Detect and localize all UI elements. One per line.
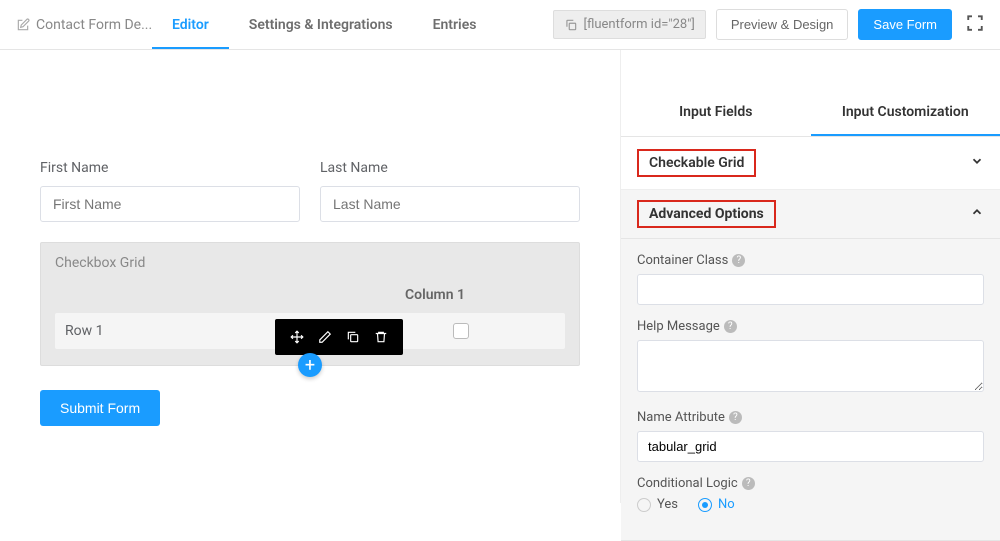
shortcode-text: [fluentform id="28"]: [584, 17, 695, 32]
first-name-label: First Name: [40, 160, 300, 176]
grid-title: Checkbox Grid: [55, 255, 565, 271]
main-area: First Name Last Name Checkbox Grid Colum…: [0, 50, 1000, 503]
cond-logic-no[interactable]: No: [698, 497, 735, 512]
last-name-field: Last Name: [320, 160, 580, 222]
tab-settings[interactable]: Settings & Integrations: [229, 1, 413, 49]
trash-icon: [374, 330, 388, 344]
topbar-left: Contact Form De... Editor Settings & Int…: [12, 1, 496, 49]
first-name-input[interactable]: [40, 186, 300, 222]
help-icon[interactable]: ?: [742, 477, 755, 490]
radio-icon: [698, 498, 712, 512]
copy-icon: [564, 18, 578, 32]
conditional-logic-radios: Yes No: [637, 497, 984, 512]
form-title[interactable]: Contact Form De...: [12, 17, 152, 33]
sidebar: Input Fields Input Customization Checkab…: [620, 50, 1000, 503]
conditional-logic-group: Conditional Logic ? Yes No: [637, 476, 984, 512]
conditional-logic-label: Conditional Logic ?: [637, 476, 984, 491]
submit-form-button[interactable]: Submit Form: [40, 390, 160, 426]
grid-row-1-label: Row 1: [65, 323, 103, 339]
grid-column-1-header: Column 1: [405, 287, 465, 303]
sidebar-tabs: Input Fields Input Customization: [621, 90, 1000, 137]
chevron-down-icon: [970, 154, 984, 172]
element-action-bar: [275, 319, 403, 355]
advanced-options-label: Advanced Options: [637, 200, 776, 228]
form-canvas: First Name Last Name Checkbox Grid Colum…: [0, 50, 620, 503]
pencil-icon: [318, 330, 332, 344]
add-element-button[interactable]: +: [298, 353, 322, 377]
delete-button[interactable]: [367, 325, 395, 349]
top-bar: Contact Form De... Editor Settings & Int…: [0, 0, 1000, 50]
tab-input-customization[interactable]: Input Customization: [811, 90, 1000, 136]
edit-icon: [16, 18, 30, 32]
name-row: First Name Last Name: [40, 160, 580, 222]
radio-icon: [637, 498, 651, 512]
cond-logic-yes[interactable]: Yes: [637, 497, 678, 512]
container-class-label: Container Class ?: [637, 253, 984, 268]
copy-icon: [346, 330, 360, 344]
first-name-field: First Name: [40, 160, 300, 222]
grid-header-row: Column 1: [55, 287, 565, 303]
container-class-input[interactable]: [637, 274, 984, 305]
help-icon[interactable]: ?: [732, 254, 745, 267]
help-icon[interactable]: ?: [724, 320, 737, 333]
tab-entries[interactable]: Entries: [413, 1, 497, 49]
move-button[interactable]: [283, 325, 311, 349]
last-name-input[interactable]: [320, 186, 580, 222]
shortcode-box[interactable]: [fluentform id="28"]: [553, 10, 706, 39]
edit-button[interactable]: [311, 325, 339, 349]
chevron-up-icon: [970, 205, 984, 223]
duplicate-button[interactable]: [339, 325, 367, 349]
name-attribute-group: Name Attribute ?: [637, 410, 984, 462]
help-message-label: Help Message ?: [637, 319, 984, 334]
name-attribute-label: Name Attribute ?: [637, 410, 984, 425]
topbar-right: [fluentform id="28"] Preview & Design Sa…: [553, 9, 989, 40]
nav-tabs: Editor Settings & Integrations Entries: [152, 1, 496, 49]
tab-input-fields[interactable]: Input Fields: [621, 90, 811, 136]
advanced-options-body: Container Class ? Help Message ? Name At…: [621, 239, 1000, 540]
move-icon: [290, 330, 304, 344]
save-form-button[interactable]: Save Form: [858, 9, 952, 40]
last-name-label: Last Name: [320, 160, 580, 176]
container-class-group: Container Class ?: [637, 253, 984, 305]
fullscreen-button[interactable]: [962, 10, 988, 40]
help-message-group: Help Message ?: [637, 319, 984, 396]
help-icon[interactable]: ?: [729, 411, 742, 424]
form-title-text: Contact Form De...: [36, 17, 152, 33]
tab-editor[interactable]: Editor: [152, 1, 229, 49]
checkable-grid-label: Checkable Grid: [637, 149, 756, 177]
preview-design-button[interactable]: Preview & Design: [716, 9, 849, 40]
name-attribute-input[interactable]: [637, 431, 984, 462]
fullscreen-icon: [966, 14, 984, 32]
advanced-options-section: Advanced Options Container Class ? Help …: [621, 190, 1000, 541]
advanced-options-header[interactable]: Advanced Options: [621, 190, 1000, 239]
checkable-grid-panel-header[interactable]: Checkable Grid: [621, 137, 1000, 190]
checkbox-grid-block[interactable]: Checkbox Grid Column 1 Row 1 +: [40, 242, 580, 366]
help-message-textarea[interactable]: [637, 340, 984, 392]
grid-checkbox-r1c1[interactable]: [453, 323, 469, 339]
